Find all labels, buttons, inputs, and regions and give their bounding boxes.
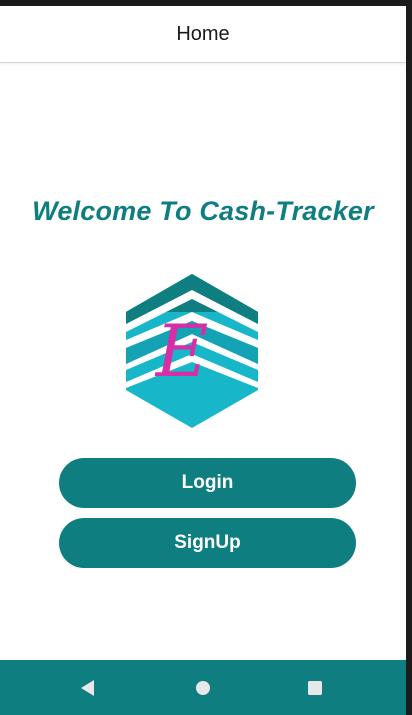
device-frame-edge (406, 0, 412, 715)
recents-square-icon[interactable] (302, 675, 328, 701)
login-button[interactable]: Login (59, 458, 356, 508)
signup-button[interactable]: SignUp (59, 518, 356, 568)
app-bar: Home (0, 6, 406, 62)
welcome-heading: Welcome To Cash-Tracker (32, 196, 374, 226)
app-screen: Home Welcome To Cash-Tracker E Login Sig… (0, 0, 406, 715)
page-title: Home (176, 22, 230, 45)
cash-tracker-logo-icon: E (124, 272, 260, 430)
logo-letter: E (154, 309, 209, 393)
system-navigation-bar (0, 660, 406, 715)
back-triangle-icon[interactable] (75, 675, 101, 701)
home-circle-icon[interactable] (190, 675, 216, 701)
